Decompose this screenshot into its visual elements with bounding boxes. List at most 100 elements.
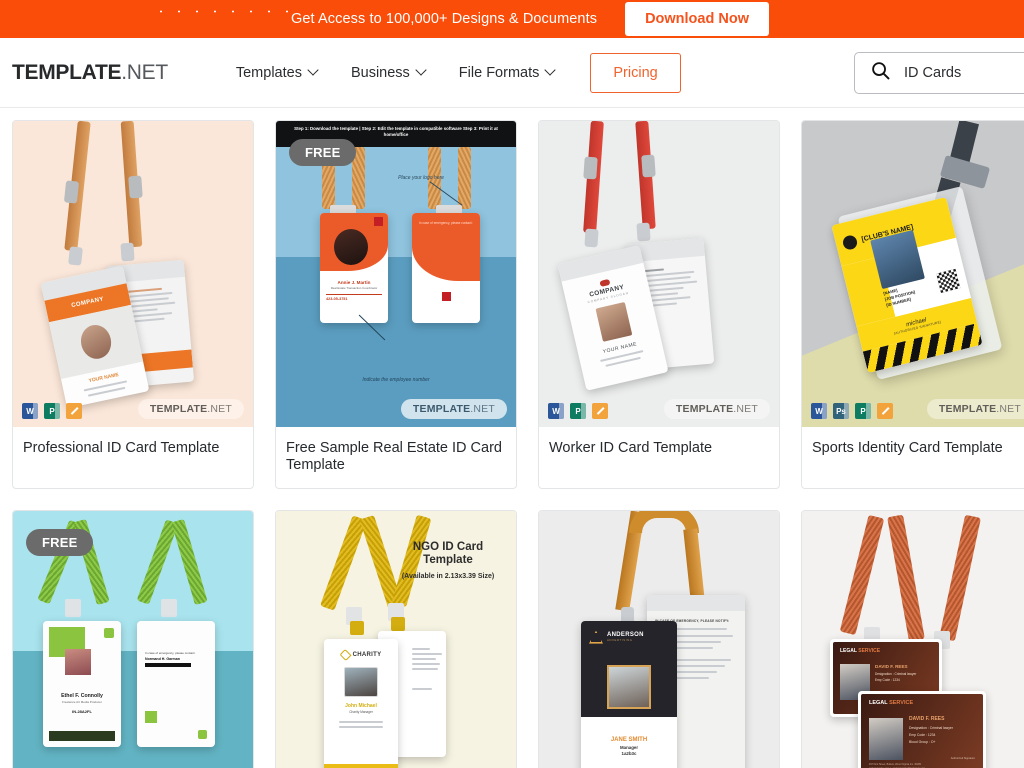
ngo-heading: NGO ID Card Template bbox=[412, 540, 484, 567]
nav-item-label: File Formats bbox=[458, 64, 540, 81]
person-role: Freelance Art Media Producer bbox=[62, 699, 102, 704]
brand-light-label: SERVICE bbox=[889, 699, 914, 706]
nav-item-business[interactable]: Business bbox=[335, 55, 443, 91]
designation-label: Designation bbox=[909, 725, 927, 730]
blood-label: Blood Group bbox=[909, 739, 929, 744]
id-card-artwork: IN CASE OF EMERGENCY, PLEASE NOTIFY: AND… bbox=[539, 510, 779, 768]
designation-value: Criminal lawyer bbox=[929, 725, 953, 730]
nav-item-label: Templates bbox=[235, 64, 302, 81]
editor-format-icon bbox=[66, 403, 82, 419]
id-card-artwork: LEGAL SERVICE DAVID F. REES Designation … bbox=[802, 511, 1024, 768]
watermark-bold: TEMPLATE bbox=[675, 403, 734, 415]
emergency-text: In case of emergency, please contact: bbox=[419, 221, 473, 225]
photoshop-format-icon: Ps bbox=[833, 403, 849, 419]
free-badge: FREE bbox=[26, 528, 94, 556]
card-title: Sports Identity Card Template bbox=[812, 440, 1003, 456]
card-thumbnail: LEGAL SERVICE DAVID F. REES Designation … bbox=[802, 510, 1024, 768]
empcode-value: 1234 bbox=[927, 732, 936, 737]
template-card[interactable]: COMPANY YOUR NAME W P TEMPLATE.NET Profe… bbox=[12, 120, 254, 489]
card-thumbnail: [CLUB'S NAME] [NAME] [JOB POSITION] [ID NU… bbox=[802, 121, 1024, 427]
nav-item-label: Business bbox=[350, 64, 410, 81]
chevron-down-icon bbox=[417, 66, 427, 76]
card-thumbnail: COMPANY COMPANY SLOGAN YOUR NAME W P TEM bbox=[539, 121, 779, 427]
person-name: Ethel F. Connolly bbox=[61, 692, 103, 699]
publisher-format-icon: P bbox=[570, 403, 586, 419]
template-card[interactable]: CHARITY John Michael Charity Manager NGO… bbox=[275, 509, 517, 768]
id-card-artwork: COMPANY COMPANY SLOGAN YOUR NAME bbox=[539, 121, 779, 427]
watermark-bold: TEMPLATE bbox=[149, 403, 208, 415]
word-format-icon: W bbox=[811, 403, 827, 419]
site-logo[interactable]: TEMPLATE.NET bbox=[12, 61, 168, 85]
card-thumbnail: CHARITY John Michael Charity Manager NGO… bbox=[276, 510, 516, 768]
card-thumbnail: Step 1: Download the template | Step 2: … bbox=[276, 121, 516, 427]
watermark-light: .NET bbox=[207, 403, 232, 415]
template-card[interactable]: [CLUB'S NAME] [NAME] [JOB POSITION] [ID NU… bbox=[801, 120, 1024, 489]
watermark-light: .NET bbox=[470, 403, 495, 415]
designation-label: Designation bbox=[875, 671, 892, 676]
logo-light-text: .NET bbox=[121, 60, 168, 84]
promo-banner: Get Access to 100,000+ Designs & Documen… bbox=[0, 0, 1024, 38]
person-role: Real Estate Transaction Coordinator bbox=[330, 286, 378, 290]
promo-text: Get Access to 100,000+ Designs & Documen… bbox=[291, 11, 598, 27]
note-employee-text: Indicate the employee number bbox=[362, 377, 430, 383]
watermark: TEMPLATE.NET bbox=[663, 399, 770, 419]
watermark: TEMPLATE.NET bbox=[137, 399, 244, 419]
publisher-format-icon: P bbox=[44, 403, 60, 419]
brand-light-label: SERVICE bbox=[858, 647, 881, 654]
empcode-label: Emp Code bbox=[909, 732, 926, 737]
word-format-icon: W bbox=[548, 403, 564, 419]
file-format-icons: W P bbox=[548, 403, 608, 419]
person-name: Annie J. Martin bbox=[337, 280, 371, 285]
editor-format-icon bbox=[877, 403, 893, 419]
person-name: DAVID F. REES bbox=[875, 663, 908, 669]
template-card[interactable]: Ethel F. Connolly Freelance Art Media Pr… bbox=[12, 509, 254, 768]
card-thumbnail: COMPANY YOUR NAME W P TEMPLATE.NET bbox=[13, 121, 253, 427]
contact-name: Normand H. Garman bbox=[145, 656, 180, 661]
watermark: TEMPLATE.NET bbox=[400, 399, 507, 419]
note-logo-text: Place your logo here bbox=[398, 175, 444, 181]
editor-format-icon bbox=[592, 403, 608, 419]
template-card[interactable]: LEGAL SERVICE DAVID F. REES Designation … bbox=[801, 509, 1024, 768]
brand-bold-label: LEGAL bbox=[840, 647, 857, 654]
person-id: IN-28A2FL bbox=[72, 708, 92, 714]
template-card[interactable]: COMPANY COMPANY SLOGAN YOUR NAME W P TEM bbox=[538, 120, 780, 489]
card-thumbnail: IN CASE OF EMERGENCY, PLEASE NOTIFY: AND… bbox=[539, 510, 779, 768]
card-title: Worker ID Card Template bbox=[549, 440, 713, 456]
search-input[interactable] bbox=[904, 64, 1024, 81]
person-role: Charity Manager bbox=[349, 709, 373, 714]
nav-item-templates[interactable]: Templates bbox=[220, 55, 335, 91]
designation-value: Criminal lawyer bbox=[894, 671, 917, 676]
id-card-artwork: COMPANY YOUR NAME bbox=[13, 121, 253, 427]
word-format-icon: W bbox=[22, 403, 38, 419]
ngo-subheading: (Available in 2.13x3.39 Size) bbox=[401, 572, 495, 580]
promo-dot-pattern bbox=[152, 0, 304, 22]
chevron-down-icon bbox=[309, 66, 319, 76]
id-card-artwork: Place your logo here Annie J. Martin Rea… bbox=[276, 121, 516, 427]
watermark: TEMPLATE.NET bbox=[926, 399, 1024, 419]
person-role: Manager bbox=[619, 744, 639, 750]
search-box[interactable] bbox=[854, 51, 1024, 94]
person-id: 1a2b3c bbox=[621, 750, 637, 756]
watermark-light: .NET bbox=[996, 403, 1021, 415]
brand-label: CHARITY bbox=[352, 651, 382, 658]
watermark-bold: TEMPLATE bbox=[412, 403, 471, 415]
id-card-artwork: [CLUB'S NAME] [NAME] [JOB POSITION] [ID NU… bbox=[802, 121, 1024, 427]
file-format-icons: W Ps P bbox=[811, 403, 893, 419]
empcode-label: Emp Code bbox=[875, 677, 891, 682]
pricing-button[interactable]: Pricing bbox=[590, 52, 681, 93]
person-id: 423-05-3751 bbox=[326, 297, 348, 301]
chevron-down-icon bbox=[546, 66, 556, 76]
emergency-text: In case of emergency, please contact: bbox=[145, 650, 196, 655]
template-card[interactable]: Step 1: Download the template | Step 2: … bbox=[275, 120, 517, 489]
blood-value: O+ bbox=[930, 739, 936, 744]
nav-item-file-formats[interactable]: File Formats bbox=[443, 55, 573, 91]
watermark-light: .NET bbox=[733, 403, 758, 415]
download-now-button[interactable]: Download Now bbox=[625, 2, 769, 36]
free-badge: FREE bbox=[289, 139, 357, 166]
template-card[interactable]: IN CASE OF EMERGENCY, PLEASE NOTIFY: AND… bbox=[538, 509, 780, 768]
brand-bold-label: LEGAL bbox=[869, 699, 888, 706]
file-format-icons: W P bbox=[22, 403, 82, 419]
logo-bold-text: TEMPLATE bbox=[12, 60, 122, 84]
person-name: John Michael bbox=[345, 702, 377, 709]
card-title: Professional ID Card Template bbox=[23, 440, 220, 456]
